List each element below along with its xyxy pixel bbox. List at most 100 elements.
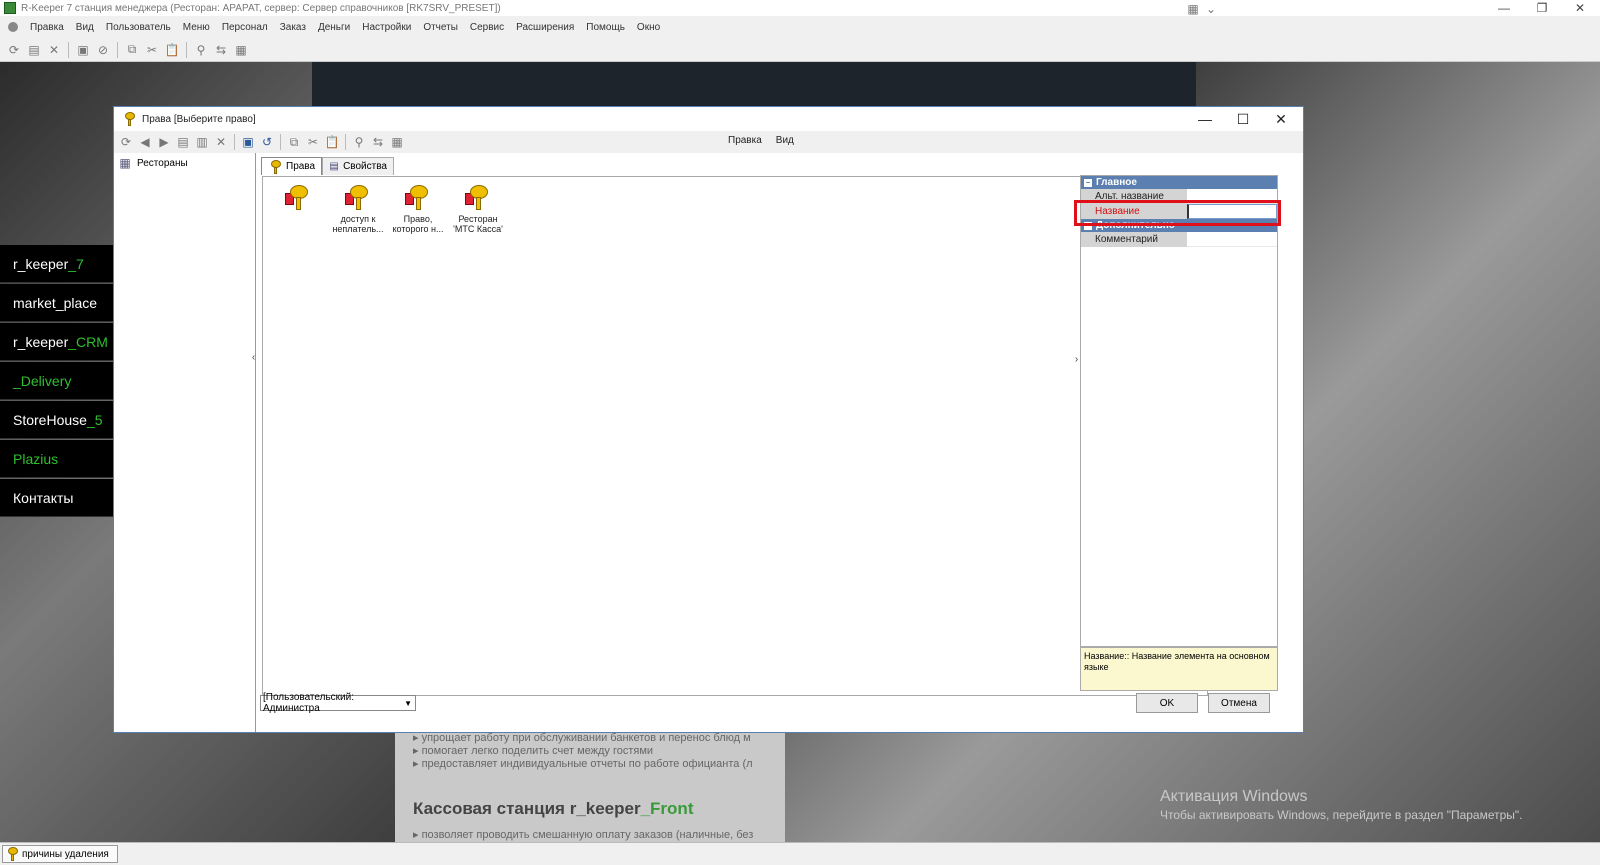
menu-window[interactable]: Окно <box>631 22 666 33</box>
dialog-maximize-button[interactable]: ☐ <box>1224 107 1262 131</box>
sync-icon[interactable]: ⇆ <box>370 134 386 150</box>
view-grid-icon[interactable]: ▦ <box>389 134 405 150</box>
bullet-line: предоставляет индивидуальные отчеты по р… <box>421 758 753 770</box>
cut-icon[interactable]: ✂ <box>305 134 321 150</box>
right-item[interactable]: Право, которого н... <box>389 183 447 234</box>
forward-icon[interactable]: ▶ <box>156 134 172 150</box>
nav-label: r_keeper <box>13 333 69 350</box>
details-icon[interactable]: ▥ <box>194 134 210 150</box>
taskbar <box>0 842 1600 865</box>
chevron-down-icon: ▼ <box>404 698 412 708</box>
taskbar-item[interactable]: причины удаления <box>2 845 118 863</box>
rights-item-list: доступ к неплатель... Право, которого н.… <box>262 176 1208 696</box>
save-icon[interactable]: ▣ <box>75 42 91 58</box>
menu-extensions[interactable]: Расширения <box>510 22 580 33</box>
tab-properties[interactable]: ▤ Свойства <box>322 157 394 175</box>
restaurant-tree: ▦ Рестораны <box>114 153 256 732</box>
refresh-icon[interactable]: ⟳ <box>118 134 134 150</box>
chevron-down-icon[interactable]: ⌄ <box>1203 1 1219 17</box>
watermark-text: Чтобы активировать Windows, перейдите в … <box>1160 808 1523 822</box>
property-category-main[interactable]: − Главное <box>1081 176 1277 189</box>
menu-user[interactable]: Пользователь <box>100 22 177 33</box>
left-splitter-handle[interactable]: ‹ <box>251 277 256 437</box>
dialog-menu-view[interactable]: Вид <box>776 135 794 146</box>
ok-button[interactable]: OK <box>1136 693 1198 713</box>
menu-service[interactable]: Сервис <box>464 22 510 33</box>
dialog-menu: Правка Вид <box>728 135 794 146</box>
bullet-line: упрощает работу при обслуживании банкето… <box>421 732 751 744</box>
sync-icon[interactable]: ⇆ <box>213 42 229 58</box>
app-title-bar: R-Keeper 7 станция менеджера (Ресторан: … <box>0 0 1600 16</box>
dialog-menu-edit[interactable]: Правка <box>728 135 762 146</box>
right-key-icon <box>284 183 312 211</box>
copy-icon[interactable]: ⧉ <box>286 134 302 150</box>
refresh-icon[interactable]: ⟳ <box>6 42 22 58</box>
property-row-comment[interactable]: Комментарий <box>1081 232 1277 247</box>
right-item[interactable] <box>269 183 327 214</box>
search-icon[interactable]: ⚲ <box>351 134 367 150</box>
heading-base: Кассовая станция r_keeper <box>413 799 641 818</box>
website-content: ▸ упрощает работу при обслуживании банке… <box>395 725 785 842</box>
cancel-icon[interactable]: ↺ <box>259 134 275 150</box>
back-icon[interactable]: ◀ <box>137 134 153 150</box>
nav-accent: _Delivery <box>13 372 72 389</box>
menu-settings[interactable]: Настройки <box>356 22 417 33</box>
dialog-minimize-button[interactable]: — <box>1186 107 1224 131</box>
right-key-icon <box>404 183 432 211</box>
save-icon[interactable]: ▣ <box>240 134 256 150</box>
dialog-tabs: Права ▤ Свойства <box>261 157 1205 175</box>
right-splitter-handle[interactable]: › <box>1074 279 1079 439</box>
menu-order[interactable]: Заказ <box>274 22 312 33</box>
right-item[interactable]: доступ к неплатель... <box>329 183 387 234</box>
grid-icon[interactable]: ▦ <box>1185 1 1201 17</box>
right-key-icon <box>464 183 492 211</box>
nav-item-market-place[interactable]: market_place <box>0 284 114 322</box>
paste-icon[interactable]: 📋 <box>164 42 180 58</box>
tab-rights[interactable]: Права <box>261 157 323 175</box>
category-label: Главное <box>1096 177 1137 188</box>
menu-view[interactable]: Вид <box>70 22 100 33</box>
user-select[interactable]: [Пользовательский: Администра ▼ <box>260 692 416 714</box>
collapse-icon[interactable]: − <box>1084 178 1092 187</box>
menu-help[interactable]: Помощь <box>580 22 631 33</box>
nav-item-contacts[interactable]: Контакты <box>0 479 114 517</box>
restore-button[interactable]: ❐ <box>1522 0 1562 16</box>
nav-label: r_keeper <box>13 255 69 272</box>
menu-reports[interactable]: Отчеты <box>417 22 464 33</box>
bullet-text: ▸ предоставляет индивидуальные отчеты по… <box>413 758 753 770</box>
nav-item-rkeeper-crm[interactable]: r_keeper _CRM <box>0 323 114 361</box>
app-menu-icon[interactable] <box>8 22 18 32</box>
nav-item-storehouse[interactable]: StoreHouse _5 <box>0 401 114 439</box>
dialog-close-button[interactable]: ✕ <box>1262 107 1300 131</box>
cut-icon[interactable]: ✂ <box>144 42 160 58</box>
copy-icon[interactable]: ⧉ <box>124 42 140 58</box>
menu-personnel[interactable]: Персонал <box>216 22 274 33</box>
tree-node-restaurants[interactable]: ▦ Рестораны <box>114 153 255 173</box>
nav-label: market_place <box>13 294 98 311</box>
right-item[interactable]: Ресторан 'МТС Касса' <box>449 183 507 234</box>
watermark-title: Активация Windows <box>1160 788 1308 805</box>
nav-item-rkeeper7[interactable]: r_keeper _7 <box>0 245 114 283</box>
view-grid-icon[interactable]: ▦ <box>233 42 249 58</box>
nav-item-delivery[interactable]: _Delivery <box>0 362 114 400</box>
delete-icon[interactable]: ✕ <box>213 134 229 150</box>
app-toolbar: ⟳ ▤ ✕ ▣ ⊘ ⧉ ✂ 📋 ⚲ ⇆ ▦ <box>0 38 1600 62</box>
minimize-button[interactable]: — <box>1484 0 1524 16</box>
paste-icon[interactable]: 📋 <box>324 134 340 150</box>
delete-icon[interactable]: ✕ <box>46 42 62 58</box>
menu-money[interactable]: Деньги <box>312 22 356 33</box>
close-button[interactable]: ✕ <box>1560 0 1600 16</box>
cancel-icon[interactable]: ⊘ <box>95 42 111 58</box>
properties-icon[interactable]: ▤ <box>175 134 191 150</box>
bullet-text: ▸ упрощает работу при обслуживании банке… <box>413 732 751 744</box>
cancel-button[interactable]: Отмена <box>1208 693 1270 713</box>
app-icon <box>4 2 16 14</box>
nav-item-plazius[interactable]: Plazius <box>0 440 114 478</box>
tree-node-label: Рестораны <box>137 157 188 169</box>
quick-icons[interactable]: ▦ ⌄ <box>1185 1 1235 17</box>
search-icon[interactable]: ⚲ <box>193 42 209 58</box>
properties-icon[interactable]: ▤ <box>26 42 42 58</box>
menu-edit[interactable]: Правка <box>24 22 70 33</box>
menu-menu[interactable]: Меню <box>177 22 216 33</box>
property-value[interactable] <box>1187 232 1277 247</box>
